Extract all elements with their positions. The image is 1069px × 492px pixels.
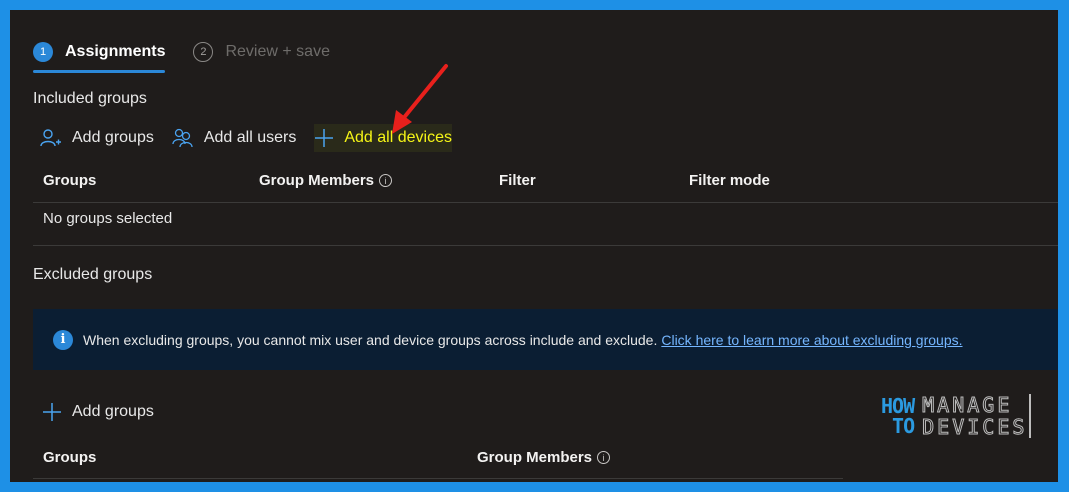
assignments-panel: 1 Assignments 2 Review + save Included g… <box>10 10 1058 482</box>
annotation-arrow <box>392 64 448 134</box>
